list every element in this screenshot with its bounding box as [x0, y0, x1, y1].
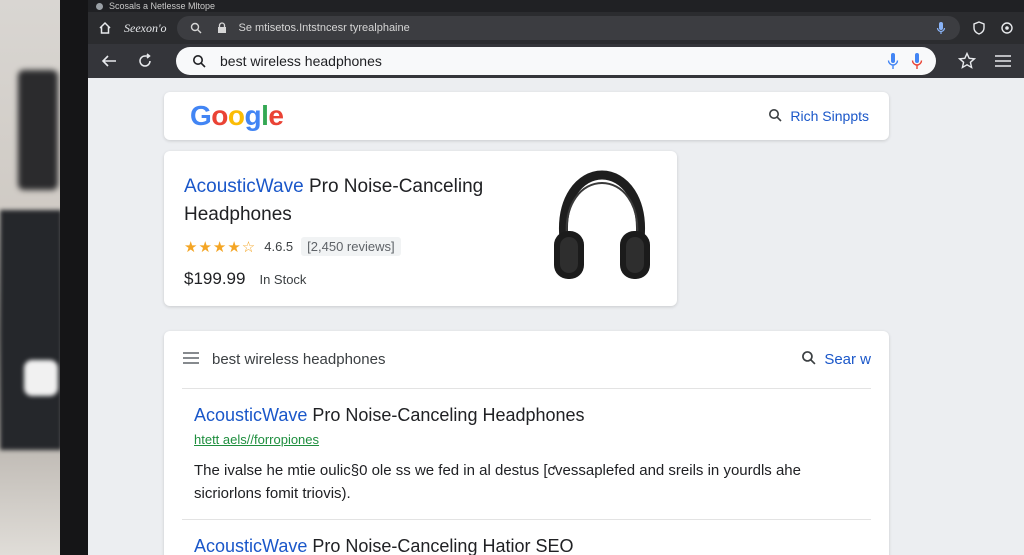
search-input[interactable]: best wireless headphones — [176, 47, 936, 75]
background-object — [0, 210, 62, 450]
result-brand: AcousticWave — [194, 536, 308, 555]
logo-letter: o — [211, 100, 228, 131]
result-title: Pro Noise-Canceling Hatior SEO — [307, 536, 574, 555]
rich-snippets-label: Rich Sinppts — [790, 108, 869, 124]
logo-letter: g — [244, 100, 262, 131]
monitor-bezel — [60, 0, 90, 555]
title-bar: Scosals a Netlesse Mltope — [88, 0, 1024, 12]
home-icon[interactable] — [96, 19, 114, 37]
url-bar[interactable]: Se mtisetos.Intstncesr tyrealphaine — [176, 16, 960, 40]
tab-bar: Seexon'o Se mtisetos.Intstncesr tyrealph… — [88, 12, 1024, 44]
google-header: Google Rich Sinppts — [164, 92, 889, 140]
back-arrow-icon[interactable] — [98, 50, 120, 72]
url-text: Se mtisetos.Intstncesr tyrealphaine — [238, 22, 410, 34]
bookmark-star-icon[interactable] — [956, 50, 978, 72]
product-rating: ★★★★☆ 4.6.5 [2,450 reviews] — [184, 237, 401, 256]
search-query: best wireless headphones — [220, 53, 382, 69]
product-rich-snippet-card[interactable]: AcousticWave Pro Noise-Canceling Headpho… — [164, 151, 677, 306]
search-results-panel: best wireless headphones Sear w Acoustic… — [164, 331, 889, 555]
shield-icon[interactable] — [970, 19, 988, 37]
results-query: best wireless headphones — [212, 351, 386, 368]
review-count[interactable]: [2,450 reviews] — [301, 237, 401, 256]
rating-stars: ★★★★☆ — [184, 238, 257, 256]
voice-search-icon[interactable] — [886, 52, 900, 70]
page-content: Google Rich Sinppts AcousticWave Pro Noi… — [88, 78, 1024, 555]
logo-letter: G — [190, 100, 212, 131]
rating-value: 4.6.5 — [264, 239, 294, 254]
nav-toolbar: best wireless headphones — [88, 44, 1024, 78]
search-icon — [801, 350, 816, 369]
app-icon — [96, 2, 103, 10]
stock-status: In Stock — [259, 272, 307, 287]
result-url[interactable]: htett aels//forropiones — [194, 432, 857, 447]
price-row: $199.99 In Stock — [184, 269, 306, 289]
rich-snippets-button[interactable]: Rich Sinppts — [768, 108, 869, 125]
product-price: $199.99 — [184, 269, 246, 288]
results-search-button[interactable]: Sear w — [801, 350, 871, 369]
product-title[interactable]: AcousticWave Pro Noise-Canceling Headpho… — [184, 173, 524, 229]
result-title-link[interactable]: AcousticWave Pro Noise-Canceling Headpho… — [194, 405, 857, 426]
headphones-image[interactable] — [550, 169, 654, 287]
result-brand: AcousticWave — [194, 405, 308, 425]
blurred-background — [0, 0, 62, 555]
background-object — [24, 360, 58, 396]
extension-icon[interactable] — [998, 19, 1016, 37]
search-icon — [187, 19, 205, 37]
logo-letter: o — [227, 100, 245, 131]
result-title: Pro Noise-Canceling Headphones — [307, 405, 585, 425]
reload-icon[interactable] — [134, 50, 156, 72]
results-header: best wireless headphones Sear w — [182, 331, 871, 389]
tab-title[interactable]: Seexon'o — [124, 21, 167, 36]
window-title: Scosals a Netlesse Mltope — [109, 1, 216, 11]
result-title-link[interactable]: AcousticWave Pro Noise-Canceling Hatior … — [182, 520, 871, 555]
google-logo[interactable]: Google — [190, 100, 768, 132]
voice-search-alt-icon[interactable] — [910, 52, 924, 70]
search-icon — [188, 50, 210, 72]
lock-icon — [213, 19, 231, 37]
search-icon — [768, 108, 782, 125]
results-search-label: Sear w — [824, 351, 871, 368]
background-object — [18, 70, 58, 190]
search-result: AcousticWave Pro Noise-Canceling Headpho… — [182, 389, 871, 505]
logo-letter: e — [268, 100, 284, 131]
mic-icon[interactable] — [932, 19, 950, 37]
list-icon — [182, 351, 200, 369]
browser-window: Scosals a Netlesse Mltope Seexon'o Se mt… — [88, 0, 1024, 555]
menu-icon[interactable] — [992, 50, 1014, 72]
product-brand: AcousticWave — [184, 176, 304, 197]
result-snippet: The ivalse he mtie oulic§0 ole ss we fed… — [194, 462, 801, 502]
